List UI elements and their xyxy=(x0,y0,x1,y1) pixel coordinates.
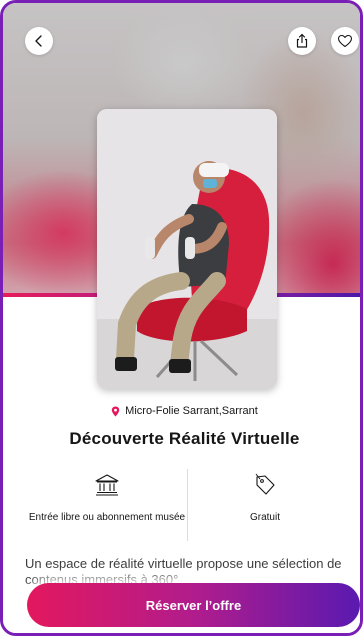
access-info: Entrée libre ou abonnement musée xyxy=(27,473,187,524)
offer-description: Un espace de réalité virtuelle propose u… xyxy=(25,556,342,586)
vr-user-illustration xyxy=(97,109,277,389)
share-icon xyxy=(296,33,308,48)
offer-title: Découverte Réalité Virtuelle xyxy=(69,429,300,448)
price-tag-icon xyxy=(255,473,275,495)
price-info: Gratuit xyxy=(185,473,345,524)
back-button[interactable] xyxy=(25,27,53,55)
venue-name: Micro-Folie Sarrant,Sarrant xyxy=(125,405,258,417)
museum-icon xyxy=(95,474,119,496)
price-label: Gratuit xyxy=(249,512,280,523)
book-offer-button[interactable]: Réserver l’offre xyxy=(27,583,360,627)
share-button[interactable] xyxy=(288,27,316,55)
chevron-left-icon xyxy=(35,35,42,47)
offer-image xyxy=(97,109,277,389)
location-pin-icon xyxy=(111,406,120,416)
offer-screen: Micro-Folie Sarrant,Sarrant Découverte R… xyxy=(0,0,363,636)
heart-icon xyxy=(337,34,353,48)
venue-location: Micro-Folie Sarrant,Sarrant xyxy=(3,405,360,417)
access-label: Entrée libre ou abonnement musée xyxy=(28,512,186,523)
favorite-button[interactable] xyxy=(331,27,359,55)
